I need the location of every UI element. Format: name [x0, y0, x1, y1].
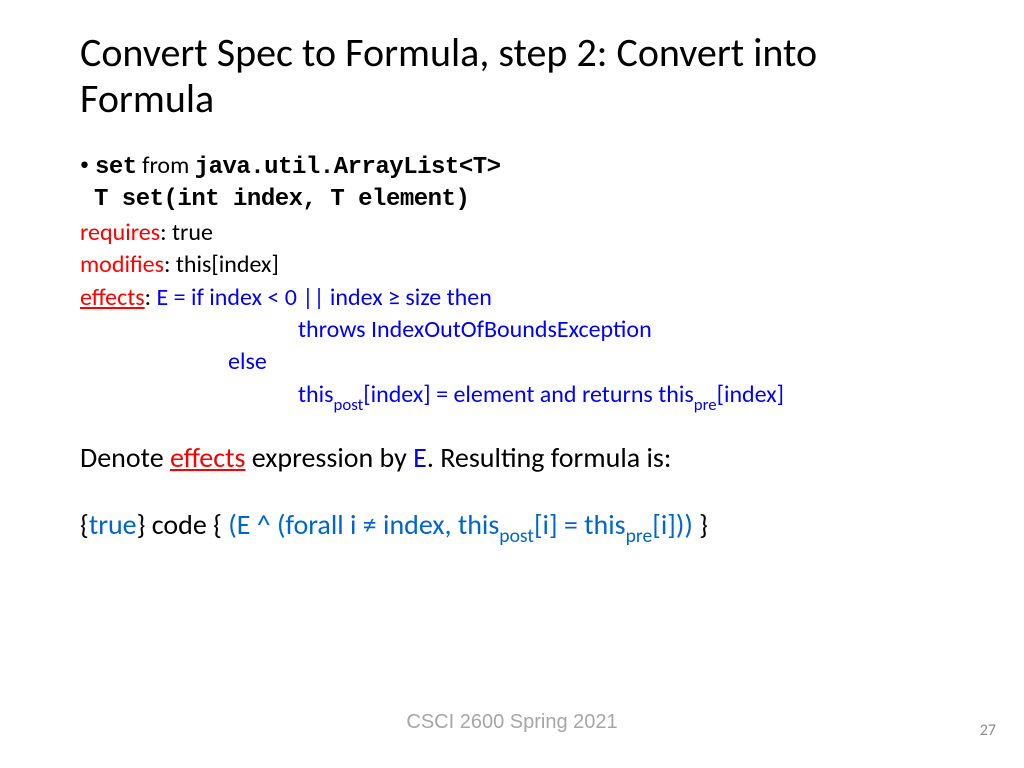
- effects-line-2: throws IndexOutOfBoundsException: [80, 314, 944, 346]
- formula-line: {true} code { (E ^ (forall i ≠ index, th…: [80, 507, 944, 548]
- effects-seg4c: [index] = element and returns this: [363, 380, 694, 409]
- effects-label: effects: [80, 283, 145, 312]
- denote-effects: effects: [170, 440, 245, 475]
- formula-h: [i])): [652, 507, 693, 542]
- slide-title: Convert Spec to Formula, step 2: Convert…: [80, 30, 944, 122]
- requires-value: true: [172, 218, 213, 247]
- effects-seg1: E = if index < 0 || index ≥ size then: [157, 283, 492, 312]
- footer-course: CSCI 2600 Spring 2021: [0, 711, 1024, 734]
- effects-line-3: else: [80, 346, 944, 378]
- effects-sub-pre: pre: [694, 394, 717, 415]
- requires-line: requires: true: [80, 217, 944, 249]
- formula-true: true: [89, 507, 137, 542]
- modifies-sep: :: [164, 250, 176, 279]
- denote-c: expression by: [245, 440, 413, 475]
- effects-seg4e: [index]: [717, 380, 784, 409]
- bullet-dot-icon: •: [80, 150, 89, 179]
- page-number: 27: [980, 721, 996, 740]
- slide: Convert Spec to Formula, step 2: Convert…: [0, 0, 1024, 548]
- denote-E: E: [413, 440, 427, 475]
- code-class: java.util.ArrayList<T>: [195, 154, 501, 181]
- effects-sep: :: [145, 283, 157, 312]
- formula-i: }: [693, 507, 708, 542]
- formula-sub-post: post: [499, 524, 534, 548]
- denote-line: Denote effects expression by E. Resultin…: [80, 440, 944, 476]
- text-from: from: [137, 151, 195, 180]
- formula-a: {: [80, 507, 89, 542]
- effects-sub-post: post: [334, 394, 364, 415]
- modifies-label: modifies: [80, 250, 164, 279]
- formula-f: [i] = this: [534, 507, 626, 542]
- formula-sub-pre: pre: [626, 524, 653, 548]
- formula-d: (E ^ (forall i ≠ index, this: [228, 507, 499, 542]
- bullet-line-1: • set from java.util.ArrayList<T>: [80, 150, 944, 184]
- denote-a: Denote: [80, 440, 170, 475]
- formula-c: } code {: [137, 507, 229, 542]
- effects-seg4a: this: [298, 380, 334, 409]
- modifies-value: this[index]: [176, 250, 279, 279]
- code-set: set: [95, 154, 137, 181]
- code-signature: T set(int index, T element): [80, 184, 944, 216]
- effects-line-4: thispost[index] = element and returns th…: [80, 379, 944, 414]
- effects-line-1: effects: E = if index < 0 || index ≥ siz…: [80, 282, 944, 314]
- requires-sep: :: [160, 218, 172, 247]
- requires-label: requires: [80, 218, 160, 247]
- slide-body: • set from java.util.ArrayList<T> T set(…: [80, 150, 944, 548]
- denote-e: . Resulting formula is:: [427, 440, 672, 475]
- modifies-line: modifies: this[index]: [80, 249, 944, 281]
